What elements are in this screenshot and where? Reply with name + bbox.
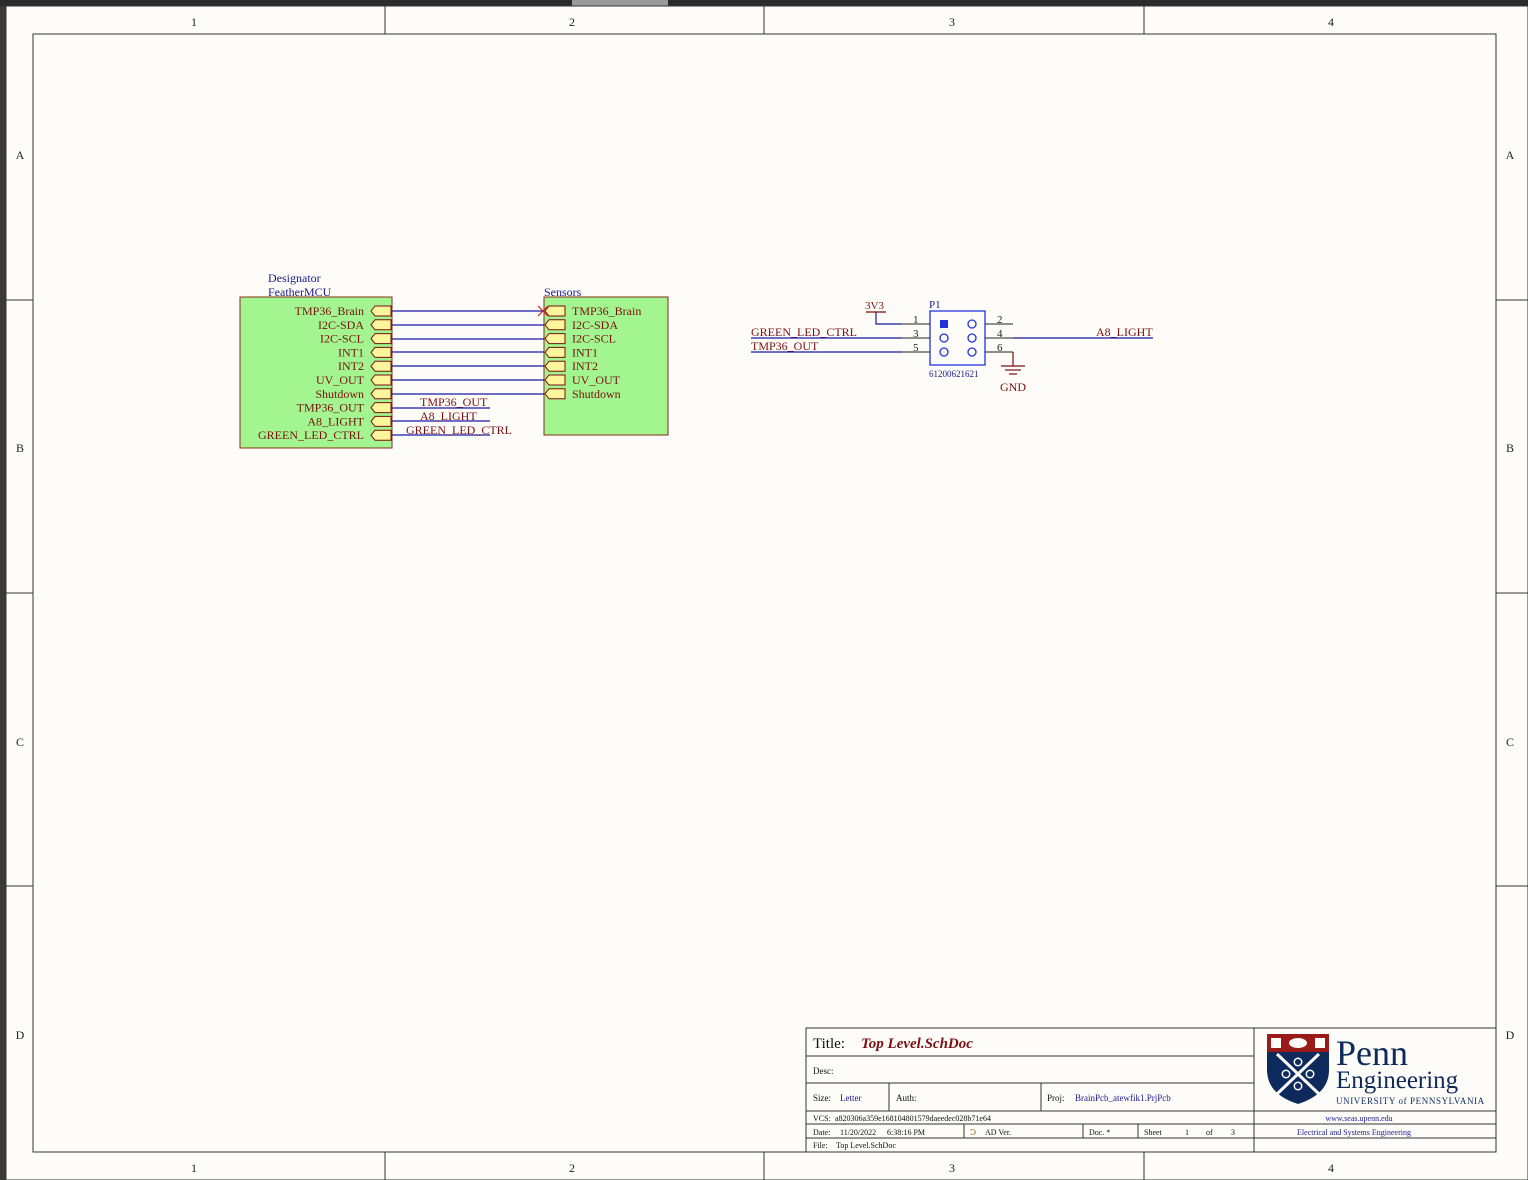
net-label-green-led-ctrl[interactable]: GREEN_LED_CTRL <box>406 423 512 437</box>
feather-port-6[interactable] <box>370 388 392 400</box>
sensors-port-label-5: UV_OUT <box>572 373 621 387</box>
top-strip <box>0 0 1528 6</box>
auth-label: Auth: <box>896 1093 917 1103</box>
connector-designator[interactable]: P1 <box>929 299 941 311</box>
feather-port-5[interactable] <box>370 374 392 386</box>
sensors-port-label-6: Shutdown <box>572 387 621 401</box>
sensors-port-label-1: I2C-SDA <box>572 318 618 332</box>
feather-port-label-2: I2C-SCL <box>320 332 364 346</box>
sensors-port-4[interactable] <box>544 360 566 372</box>
feather-port-3[interactable] <box>370 346 392 358</box>
date-value: 11/20/2022 <box>840 1128 876 1137</box>
sheet-number: 1 <box>1185 1128 1189 1137</box>
zone-col-2-bottom: 2 <box>569 1161 575 1175</box>
net-label-a8-light-p1[interactable]: A8_LIGHT <box>1096 325 1153 339</box>
title-value: Top Level.SchDoc <box>861 1036 973 1052</box>
feather-port-label-1: I2C-SDA <box>318 318 364 332</box>
date-label: Date: <box>813 1128 830 1137</box>
power-port-3v3[interactable]: 3V3 <box>865 300 884 312</box>
sensors-port-0[interactable] <box>544 305 566 317</box>
sensors-port-label-2: I2C-SCL <box>572 332 616 346</box>
department-text: Electrical and Systems Engineering <box>1297 1128 1411 1137</box>
desc-label: Desc: <box>813 1066 834 1076</box>
logo-university-text: UNIVERSITY of PENNSYLVANIA <box>1336 1096 1485 1106</box>
pin-number-2: 2 <box>997 314 1003 326</box>
zone-col-3-bottom: 3 <box>949 1161 955 1175</box>
sensors-port-2[interactable] <box>544 333 566 345</box>
feather-port-label-6: Shutdown <box>315 387 364 401</box>
net-label-a8-light[interactable]: A8_LIGHT <box>420 409 477 423</box>
sensors-port-label-0: TMP36_Brain <box>572 304 641 318</box>
file-value: Top Level.SchDoc <box>836 1141 896 1150</box>
title-label: Title: <box>813 1036 845 1052</box>
feather-port-label-4: INT2 <box>338 359 364 373</box>
pin-number-5: 5 <box>913 342 919 354</box>
zone-col-1-top: 1 <box>191 15 197 29</box>
zone-col-1-bottom: 1 <box>191 1161 197 1175</box>
feather-port-8[interactable] <box>370 415 392 427</box>
file-label: File: <box>813 1141 828 1150</box>
feather-port-2[interactable] <box>370 333 392 345</box>
zone-row-c-left: C <box>16 735 24 749</box>
sensors-port-label-3: INT1 <box>572 345 598 359</box>
sensors-port-5[interactable] <box>544 374 566 386</box>
sheet-label: Sheet <box>1144 1128 1163 1137</box>
time-value: 6:38:16 PM <box>887 1128 925 1137</box>
net-label-tmp36-out-p1[interactable]: TMP36_OUT <box>751 339 819 353</box>
pin-number-1: 1 <box>913 314 919 326</box>
doc-label: Doc. * <box>1089 1128 1110 1137</box>
zone-row-a-left: A <box>16 148 25 162</box>
connector-part-number: 61200621621 <box>929 369 979 379</box>
feather-port-1[interactable] <box>370 319 392 331</box>
feather-port-9[interactable] <box>370 429 392 441</box>
net-label-tmp36-out[interactable]: TMP36_OUT <box>420 395 488 409</box>
proj-value: BrainPcb_atewfik1.PrjPcb <box>1075 1093 1171 1103</box>
zone-col-4-bottom: 4 <box>1328 1161 1334 1175</box>
schematic-sheet: 1 2 3 4 1 2 3 4 A B C D A B C D Designat… <box>0 0 1528 1180</box>
zone-row-a-right: A <box>1506 148 1515 162</box>
proj-label: Proj: <box>1047 1093 1065 1103</box>
title-block: Title: Top Level.SchDoc Desc: Size: Lett… <box>805 1027 1497 1153</box>
gnd-label: GND <box>1000 380 1026 394</box>
zone-row-b-left: B <box>16 441 24 455</box>
feather-port-label-0: TMP36_Brain <box>295 304 364 318</box>
sensors-port-3[interactable] <box>544 346 566 358</box>
sheet-total: 3 <box>1231 1128 1235 1137</box>
net-label-green-led-ctrl-p1[interactable]: GREEN_LED_CTRL <box>751 325 857 339</box>
feather-port-label-9: GREEN_LED_CTRL <box>258 428 364 442</box>
zone-col-4-top: 4 <box>1328 15 1334 29</box>
pin-number-4: 4 <box>997 328 1003 340</box>
paper <box>6 6 1528 1180</box>
vcs-value: a820306a359e168104801579daeedec028b71e64 <box>835 1114 991 1123</box>
ad-version-label: AD Ver. <box>985 1128 1011 1137</box>
zone-row-c-right: C <box>1506 735 1514 749</box>
feather-port-label-3: INT1 <box>338 345 364 359</box>
feather-port-4[interactable] <box>370 360 392 372</box>
pin-number-3: 3 <box>913 328 919 340</box>
zone-col-2-top: 2 <box>569 15 575 29</box>
zone-row-b-right: B <box>1506 441 1514 455</box>
connector-pin1-pad <box>940 320 948 328</box>
feather-designator-label: Designator <box>268 271 321 285</box>
sensors-port-6[interactable] <box>544 388 566 400</box>
logo-engineering-text: Engineering <box>1336 1067 1459 1094</box>
zone-col-3-top: 3 <box>949 15 955 29</box>
of-label: of <box>1206 1128 1213 1137</box>
zone-row-d-right: D <box>1506 1028 1515 1042</box>
sensors-port-1[interactable] <box>544 319 566 331</box>
vcs-label: VCS: <box>813 1114 831 1123</box>
zone-row-d-left: D <box>16 1028 25 1042</box>
feather-port-label-8: A8_LIGHT <box>307 414 364 428</box>
ad-icon: Ↄ <box>970 1128 976 1137</box>
feather-port-7[interactable] <box>370 402 392 414</box>
size-value: Letter <box>840 1093 862 1103</box>
sensors-port-label-4: INT2 <box>572 359 598 373</box>
pin-number-6: 6 <box>997 342 1003 354</box>
feather-port-label-5: UV_OUT <box>316 373 365 387</box>
feather-port-0[interactable] <box>370 305 392 317</box>
size-label: Size: <box>813 1093 831 1103</box>
top-scroll-thumb[interactable] <box>572 0 668 6</box>
website-text[interactable]: www.seas.upenn.edu <box>1325 1114 1392 1123</box>
feather-port-label-7: TMP36_OUT <box>297 401 365 415</box>
